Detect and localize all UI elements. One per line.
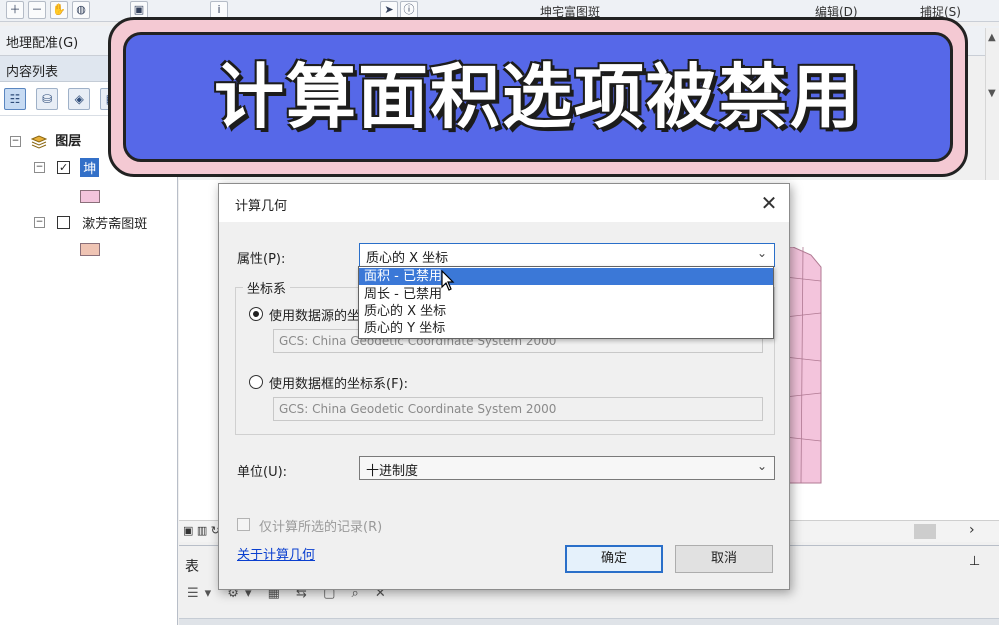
scroll-up-icon[interactable]: ▲ xyxy=(988,32,996,43)
banner-caption: 计算面积选项被禁用 xyxy=(214,56,862,138)
selected-only-checkbox[interactable] xyxy=(237,518,250,531)
layer-visibility-checkbox[interactable]: ✓ xyxy=(57,161,71,174)
scroll-down-icon[interactable]: ▼ xyxy=(988,88,996,99)
scroll-thumb[interactable] xyxy=(914,524,936,539)
collapse-icon[interactable]: − xyxy=(10,136,21,147)
table-tab-strip[interactable] xyxy=(179,618,999,625)
dialog-titlebar: 计算几何 ✕ xyxy=(219,184,789,222)
table-window-title: 表 xyxy=(185,559,199,575)
globe-icon[interactable]: ◍ xyxy=(72,1,90,19)
use-frame-crs-radio[interactable] xyxy=(249,375,263,389)
ok-button[interactable]: 确定 xyxy=(565,545,663,573)
list-by-drawing-order-icon[interactable]: ☷ xyxy=(4,88,26,110)
property-select-value: 质心的 X 坐标 xyxy=(366,251,449,266)
layer-visibility-checkbox[interactable] xyxy=(57,216,71,229)
toc-layer-row[interactable]: − 漱芳斋图斑 xyxy=(34,213,147,235)
mouse-pointer-icon xyxy=(441,270,455,291)
title-banner-inner: 计算面积选项被禁用 xyxy=(123,32,953,162)
list-by-source-icon[interactable]: ⛁ xyxy=(36,88,59,110)
chevron-down-icon: ⌄ xyxy=(756,459,767,473)
layers-icon xyxy=(31,134,48,149)
units-select[interactable]: 十进制度 ⌄ xyxy=(359,456,775,480)
calculate-geometry-dialog: 计算几何 ✕ 属性(P): 质心的 X 坐标 ⌄ 坐标系 使用数据源的坐标系(D… xyxy=(218,183,790,590)
chevron-down-icon: ⌄ xyxy=(756,246,767,260)
units-select-value: 十进制度 xyxy=(366,464,419,479)
frame-crs-field: GCS: China Geodetic Coordinate System 20… xyxy=(273,397,763,421)
cancel-button[interactable]: 取消 xyxy=(675,545,773,573)
property-dropdown-list: 面积 - 已禁用 周长 - 已禁用 质心的 X 坐标 质心的 Y 坐标 xyxy=(358,266,774,339)
map-polygon-features[interactable] xyxy=(785,247,825,487)
pan-icon[interactable]: ✋ xyxy=(50,1,68,19)
list-by-visibility-icon[interactable]: ◈ xyxy=(68,88,91,110)
zoom-out-icon[interactable]: － xyxy=(28,1,46,19)
title-banner: 计算面积选项被禁用 xyxy=(108,17,968,177)
scroll-right-icon[interactable]: › xyxy=(969,522,975,538)
toc-root-label: 图层 xyxy=(55,134,82,149)
dropdown-option-perimeter[interactable]: 周长 - 已禁用 xyxy=(359,286,773,303)
layer-label[interactable]: 坤 xyxy=(80,158,100,177)
layer-symbol-swatch[interactable] xyxy=(80,190,100,203)
collapse-icon[interactable]: − xyxy=(34,162,45,173)
layer-label[interactable]: 漱芳斋图斑 xyxy=(82,217,147,232)
property-select[interactable]: 质心的 X 坐标 ⌄ xyxy=(359,243,775,267)
close-icon[interactable]: ✕ xyxy=(755,190,783,216)
use-source-crs-radio[interactable] xyxy=(249,307,263,321)
collapse-icon[interactable]: − xyxy=(34,217,45,228)
dropdown-option-area[interactable]: 面积 - 已禁用 xyxy=(359,268,773,285)
selected-only-label: 仅计算所选的记录(R) xyxy=(259,520,383,535)
zoom-in-icon[interactable]: ＋ xyxy=(6,1,24,19)
layer-symbol-swatch[interactable] xyxy=(80,243,100,256)
toc-root-layers[interactable]: − 图层 xyxy=(10,130,81,152)
pin-icon[interactable]: ⊥ xyxy=(969,554,980,569)
georeferencing-menu[interactable]: 地理配准(G) xyxy=(6,32,78,51)
use-frame-crs-label[interactable]: 使用数据框的坐标系(F): xyxy=(269,373,408,392)
units-label: 单位(U): xyxy=(237,465,288,480)
coordinate-system-group-label: 坐标系 xyxy=(243,278,291,297)
dialog-title: 计算几何 xyxy=(235,199,288,214)
toc-layer-row[interactable]: − ✓ 坤 xyxy=(34,158,100,180)
about-calculate-geometry-link[interactable]: 关于计算几何 xyxy=(237,544,315,563)
dropdown-option-centroid-x[interactable]: 质心的 X 坐标 xyxy=(359,303,773,320)
dropdown-option-centroid-y[interactable]: 质心的 Y 坐标 xyxy=(359,320,773,337)
property-label: 属性(P): xyxy=(237,252,286,267)
